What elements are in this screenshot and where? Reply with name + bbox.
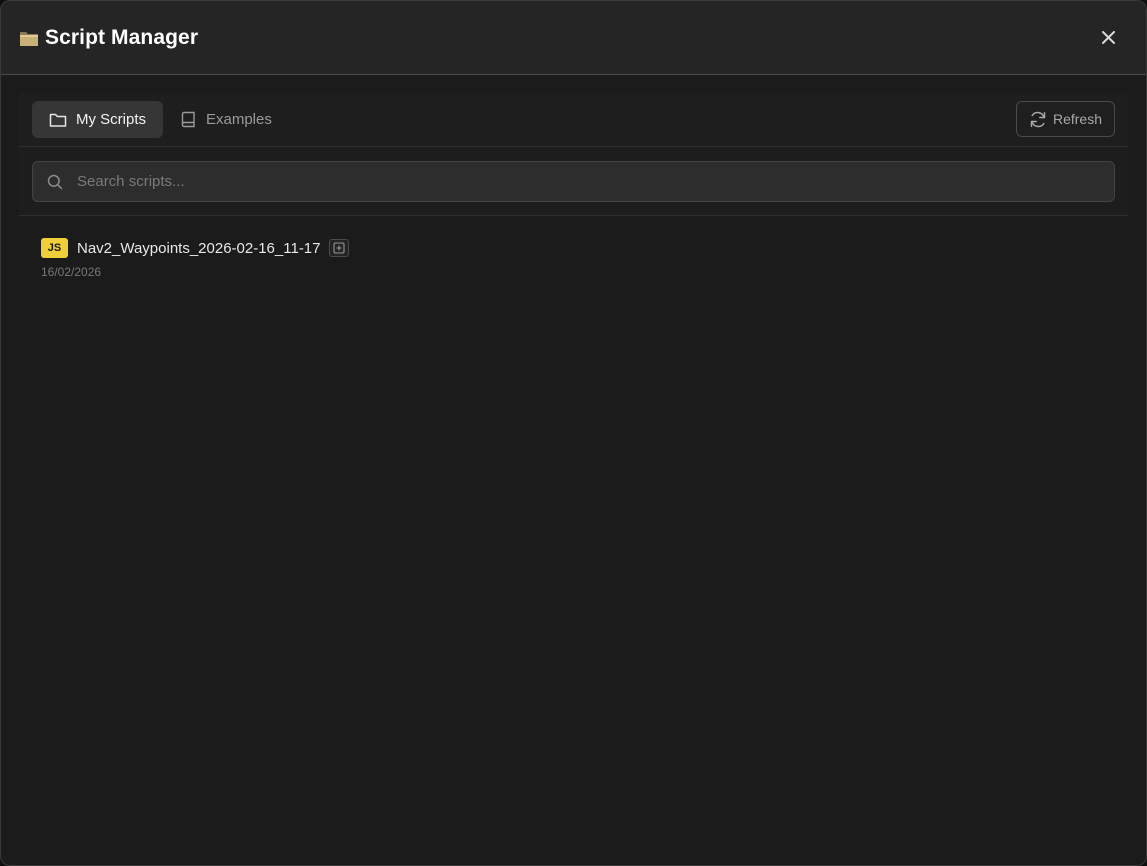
script-row[interactable]: JS Nav2_Waypoints_2026-02-16_11-17 xyxy=(41,237,349,259)
tab-label: My Scripts xyxy=(76,111,147,128)
scripts-panel: My Scripts Examples Refresh xyxy=(19,93,1128,216)
tab-my-scripts[interactable]: My Scripts xyxy=(32,101,164,138)
modal-title: Script Manager xyxy=(45,25,199,49)
refresh-label: Refresh xyxy=(1052,111,1103,127)
script-manager-modal: Script Manager My Scripts Examples Refre… xyxy=(0,0,1147,866)
search-area xyxy=(19,147,1128,216)
close-button[interactable] xyxy=(1098,27,1118,47)
refresh-icon xyxy=(1030,111,1046,127)
tab-examples[interactable]: Examples xyxy=(164,101,289,138)
script-list: JS Nav2_Waypoints_2026-02-16_11-17 16/02… xyxy=(41,237,349,279)
close-icon xyxy=(1101,30,1115,44)
modal-header: Script Manager xyxy=(1,1,1146,75)
folder-icon xyxy=(19,29,39,47)
search-box[interactable] xyxy=(32,161,1115,202)
script-name[interactable]: Nav2_Waypoints_2026-02-16_11-17 xyxy=(77,240,321,257)
tab-bar: My Scripts Examples Refresh xyxy=(19,93,1128,147)
open-in-editor-icon[interactable] xyxy=(328,239,349,257)
tab-label: Examples xyxy=(206,111,272,128)
refresh-button[interactable]: Refresh xyxy=(1016,101,1115,137)
list-item[interactable]: JS Nav2_Waypoints_2026-02-16_11-17 16/02… xyxy=(41,237,349,279)
search-icon xyxy=(47,174,63,189)
book-icon xyxy=(181,111,195,128)
js-badge: JS xyxy=(41,238,68,258)
search-input[interactable] xyxy=(77,173,1114,190)
folder-outline-icon xyxy=(49,113,67,127)
script-date: 16/02/2026 xyxy=(41,265,102,279)
